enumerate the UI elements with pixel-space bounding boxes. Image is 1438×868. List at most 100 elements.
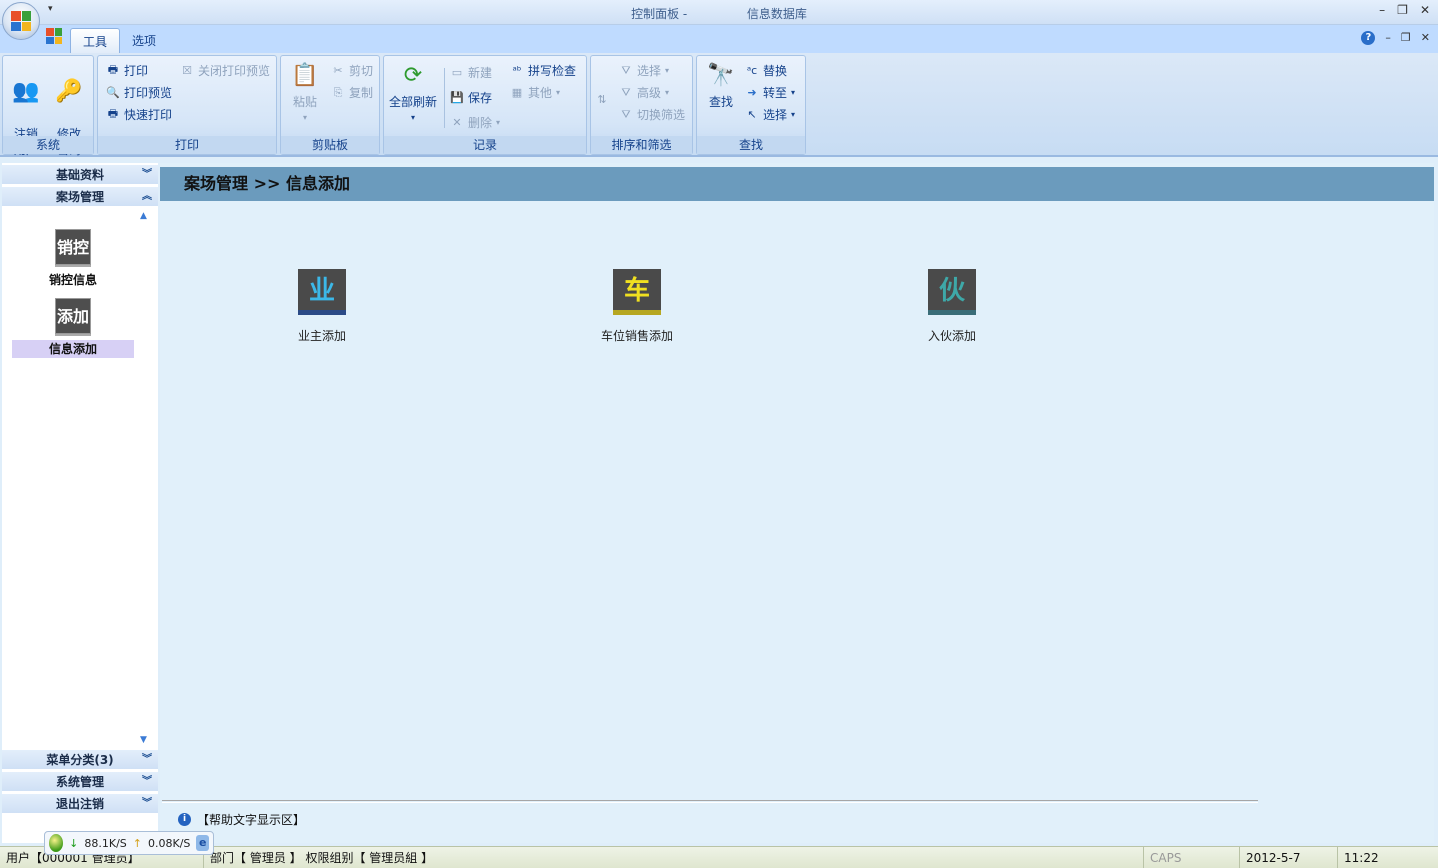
copy-button[interactable]: ⎘ 复制 bbox=[331, 84, 373, 101]
other-dropdown-icon: ▾ bbox=[556, 88, 561, 97]
tile-parking-sales-add[interactable]: 车 车位销售添加 bbox=[587, 269, 687, 344]
nav-header-site-management[interactable]: 案场管理 ︽ bbox=[2, 187, 158, 207]
tile-move-in-add[interactable]: 伙 入伙添加 bbox=[902, 269, 1002, 344]
delete-dropdown-icon: ▾ bbox=[496, 118, 501, 127]
refresh-icon: ⟳ bbox=[403, 63, 423, 88]
group-label-records: 记录 bbox=[384, 136, 586, 154]
close-print-preview-button[interactable]: ☒ 关闭打印预览 bbox=[180, 62, 270, 79]
nav-item-sales-control[interactable]: 销控 销控信息 bbox=[12, 229, 134, 289]
filter-select-dropdown-icon: ▾ bbox=[665, 66, 670, 75]
upload-speed: 0.08K/S bbox=[148, 836, 191, 850]
chevron-down-icon: ︾ bbox=[142, 798, 152, 809]
print-button[interactable]: 🖶 打印 bbox=[106, 62, 148, 79]
nav-header-basic-data[interactable]: 基础资料 ︾ bbox=[2, 165, 158, 185]
paste-dropdown-icon: ▾ bbox=[302, 113, 307, 122]
spell-check-icon: ᵃᵇ bbox=[512, 64, 522, 77]
print-preview-button[interactable]: 🔍 打印预览 bbox=[106, 84, 172, 101]
nav-header-label: 系统管理 bbox=[55, 775, 104, 789]
delete-record-button[interactable]: ✕ 删除 ▾ bbox=[450, 114, 500, 131]
table-icon: ▦ bbox=[511, 86, 523, 99]
replace-label: 替换 bbox=[763, 64, 788, 78]
copy-label: 复制 bbox=[349, 86, 374, 100]
nav-item-label: 信息添加 bbox=[12, 340, 134, 358]
nav-header-label: 基础资料 bbox=[55, 168, 104, 182]
chevron-up-icon: ︽ bbox=[142, 191, 152, 202]
group-label-system: 系统 bbox=[3, 136, 93, 154]
ribbon: 👥 注销 用户 🔑 修改 密码 系统 🖶 打印 🔍 打印预览 🖶 快速打印 ☒ … bbox=[0, 53, 1438, 157]
title-bar: ▾ 控制面板 - 信息数据库 – ❐ ✕ bbox=[0, 0, 1438, 25]
tab-options[interactable]: 选项 bbox=[120, 28, 168, 53]
restore-button[interactable]: ❐ bbox=[1397, 3, 1408, 17]
nav-item-info-add[interactable]: 添加 信息添加 bbox=[12, 298, 134, 358]
save-record-button[interactable]: 💾 保存 bbox=[450, 89, 492, 106]
status-caps: CAPS bbox=[1144, 847, 1240, 868]
move-in-add-icon: 伙 bbox=[928, 269, 976, 315]
info-add-icon: 添加 bbox=[55, 298, 91, 334]
users-icon: 👥 bbox=[12, 79, 40, 104]
nav-item-label: 销控信息 bbox=[48, 273, 97, 287]
window-controls: – ❐ ✕ bbox=[1379, 3, 1430, 17]
nav-header-system-management[interactable]: 系统管理 ︾ bbox=[2, 772, 158, 792]
inner-close-button[interactable]: ✕ bbox=[1421, 31, 1430, 45]
new-record-label: 新建 bbox=[468, 66, 493, 80]
quick-print-button[interactable]: 🖶 快速打印 bbox=[106, 106, 172, 123]
inner-minimize-button[interactable]: – bbox=[1385, 31, 1391, 45]
tab-tools[interactable]: 工具 bbox=[70, 28, 121, 53]
ribbon-group-sort-filter: ⇅ ⛛ 选择 ▾ ⛛ 高级 ▾ ⛛ 切换筛选 排序和筛选 bbox=[590, 55, 693, 155]
new-record-icon: ▭ bbox=[451, 66, 463, 79]
scissors-icon: ✂ bbox=[333, 64, 343, 77]
nav-header-logout[interactable]: 退出注销 ︾ bbox=[2, 794, 158, 814]
save-icon: 💾 bbox=[450, 91, 464, 104]
net-speed-widget[interactable]: ↓ 88.1K/S ↑ 0.08K/S e bbox=[44, 831, 214, 855]
filter-select-button[interactable]: ⛛ 选择 ▾ bbox=[619, 62, 669, 79]
office-button[interactable] bbox=[2, 2, 40, 40]
office-logo-icon bbox=[11, 11, 31, 31]
replace-button[interactable]: ᵃc 替换 bbox=[745, 62, 787, 79]
inner-restore-button[interactable]: ❐ bbox=[1401, 31, 1411, 45]
ribbon-group-records: ⟳ 全部刷新 ▾ ▭ 新建 💾 保存 ✕ 删除 ▾ ᵃᵇ 拼写检查 ▦ 其他 ▾… bbox=[383, 55, 587, 155]
delete-record-label: 删除 bbox=[468, 116, 493, 130]
minimize-button[interactable]: – bbox=[1379, 3, 1385, 17]
nav-scroll-up-icon[interactable]: ▲ bbox=[140, 211, 152, 221]
advanced-filter-button[interactable]: ⛛ 高级 ▾ bbox=[619, 84, 669, 101]
goto-button[interactable]: ➜ 转至 ▾ bbox=[745, 84, 795, 101]
status-date: 2012-5-7 bbox=[1240, 847, 1338, 868]
navigation-pane: 基础资料 ︾ 案场管理 ︽ ▲ 销控 销控信息 添加 信息添加 ▼ 菜单分类(3… bbox=[2, 163, 158, 843]
refresh-all-button[interactable]: ⟳ 全部刷新 ▾ bbox=[386, 60, 440, 126]
cursor-icon: ↖ bbox=[747, 108, 757, 121]
spell-check-button[interactable]: ᵃᵇ 拼写检查 bbox=[510, 62, 576, 79]
paste-button[interactable]: 📋 粘贴 ▾ bbox=[285, 60, 325, 126]
ribbon-group-system: 👥 注销 用户 🔑 修改 密码 系统 bbox=[2, 55, 94, 157]
quick-print-label: 快速打印 bbox=[124, 108, 173, 122]
group-label-print: 打印 bbox=[98, 136, 276, 154]
ribbon-tab-row: 工具 选项 ? – ❐ ✕ bbox=[0, 25, 1438, 53]
chevron-down-icon: ︾ bbox=[142, 776, 152, 787]
browser-icon[interactable]: e bbox=[196, 835, 209, 851]
group-label-clipboard: 剪贴板 bbox=[281, 136, 379, 154]
help-text: 【帮助文字显示区】 bbox=[197, 813, 306, 827]
records-separator bbox=[444, 68, 445, 128]
cut-button[interactable]: ✂ 剪切 bbox=[331, 62, 373, 79]
printer-icon: 🖶 bbox=[107, 63, 119, 76]
ribbon-group-clipboard: 📋 粘贴 ▾ ✂ 剪切 ⎘ 复制 剪贴板 bbox=[280, 55, 380, 155]
tile-owner-add[interactable]: 业 业主添加 bbox=[272, 269, 372, 344]
upload-arrow-icon: ↑ bbox=[132, 836, 142, 850]
find-button[interactable]: 🔭 查找 bbox=[701, 60, 741, 110]
help-icon[interactable]: ? bbox=[1361, 31, 1376, 45]
nav-header-menu-category[interactable]: 菜单分类(3) ︾ bbox=[2, 750, 158, 770]
toggle-filter-button[interactable]: ⛛ 切换筛选 bbox=[619, 106, 685, 123]
nav-header-label: 退出注销 bbox=[55, 797, 104, 811]
close-button[interactable]: ✕ bbox=[1420, 3, 1430, 17]
paste-icon: 📋 bbox=[291, 63, 319, 88]
goto-dropdown-icon: ▾ bbox=[791, 88, 796, 97]
nav-scroll-down-icon[interactable]: ▼ bbox=[140, 735, 152, 745]
spell-check-label: 拼写检查 bbox=[528, 64, 577, 78]
find-select-button[interactable]: ↖ 选择 ▾ bbox=[745, 106, 795, 123]
parking-sales-add-icon: 车 bbox=[613, 269, 661, 315]
other-button[interactable]: ▦ 其他 ▾ bbox=[510, 84, 560, 101]
sort-az-icon[interactable]: ⇅ bbox=[595, 92, 609, 106]
save-record-label: 保存 bbox=[468, 91, 493, 105]
new-record-button[interactable]: ▭ 新建 bbox=[450, 64, 492, 81]
sales-control-icon: 销控 bbox=[55, 229, 91, 265]
ribbon-window-controls: ? – ❐ ✕ bbox=[1361, 31, 1430, 45]
